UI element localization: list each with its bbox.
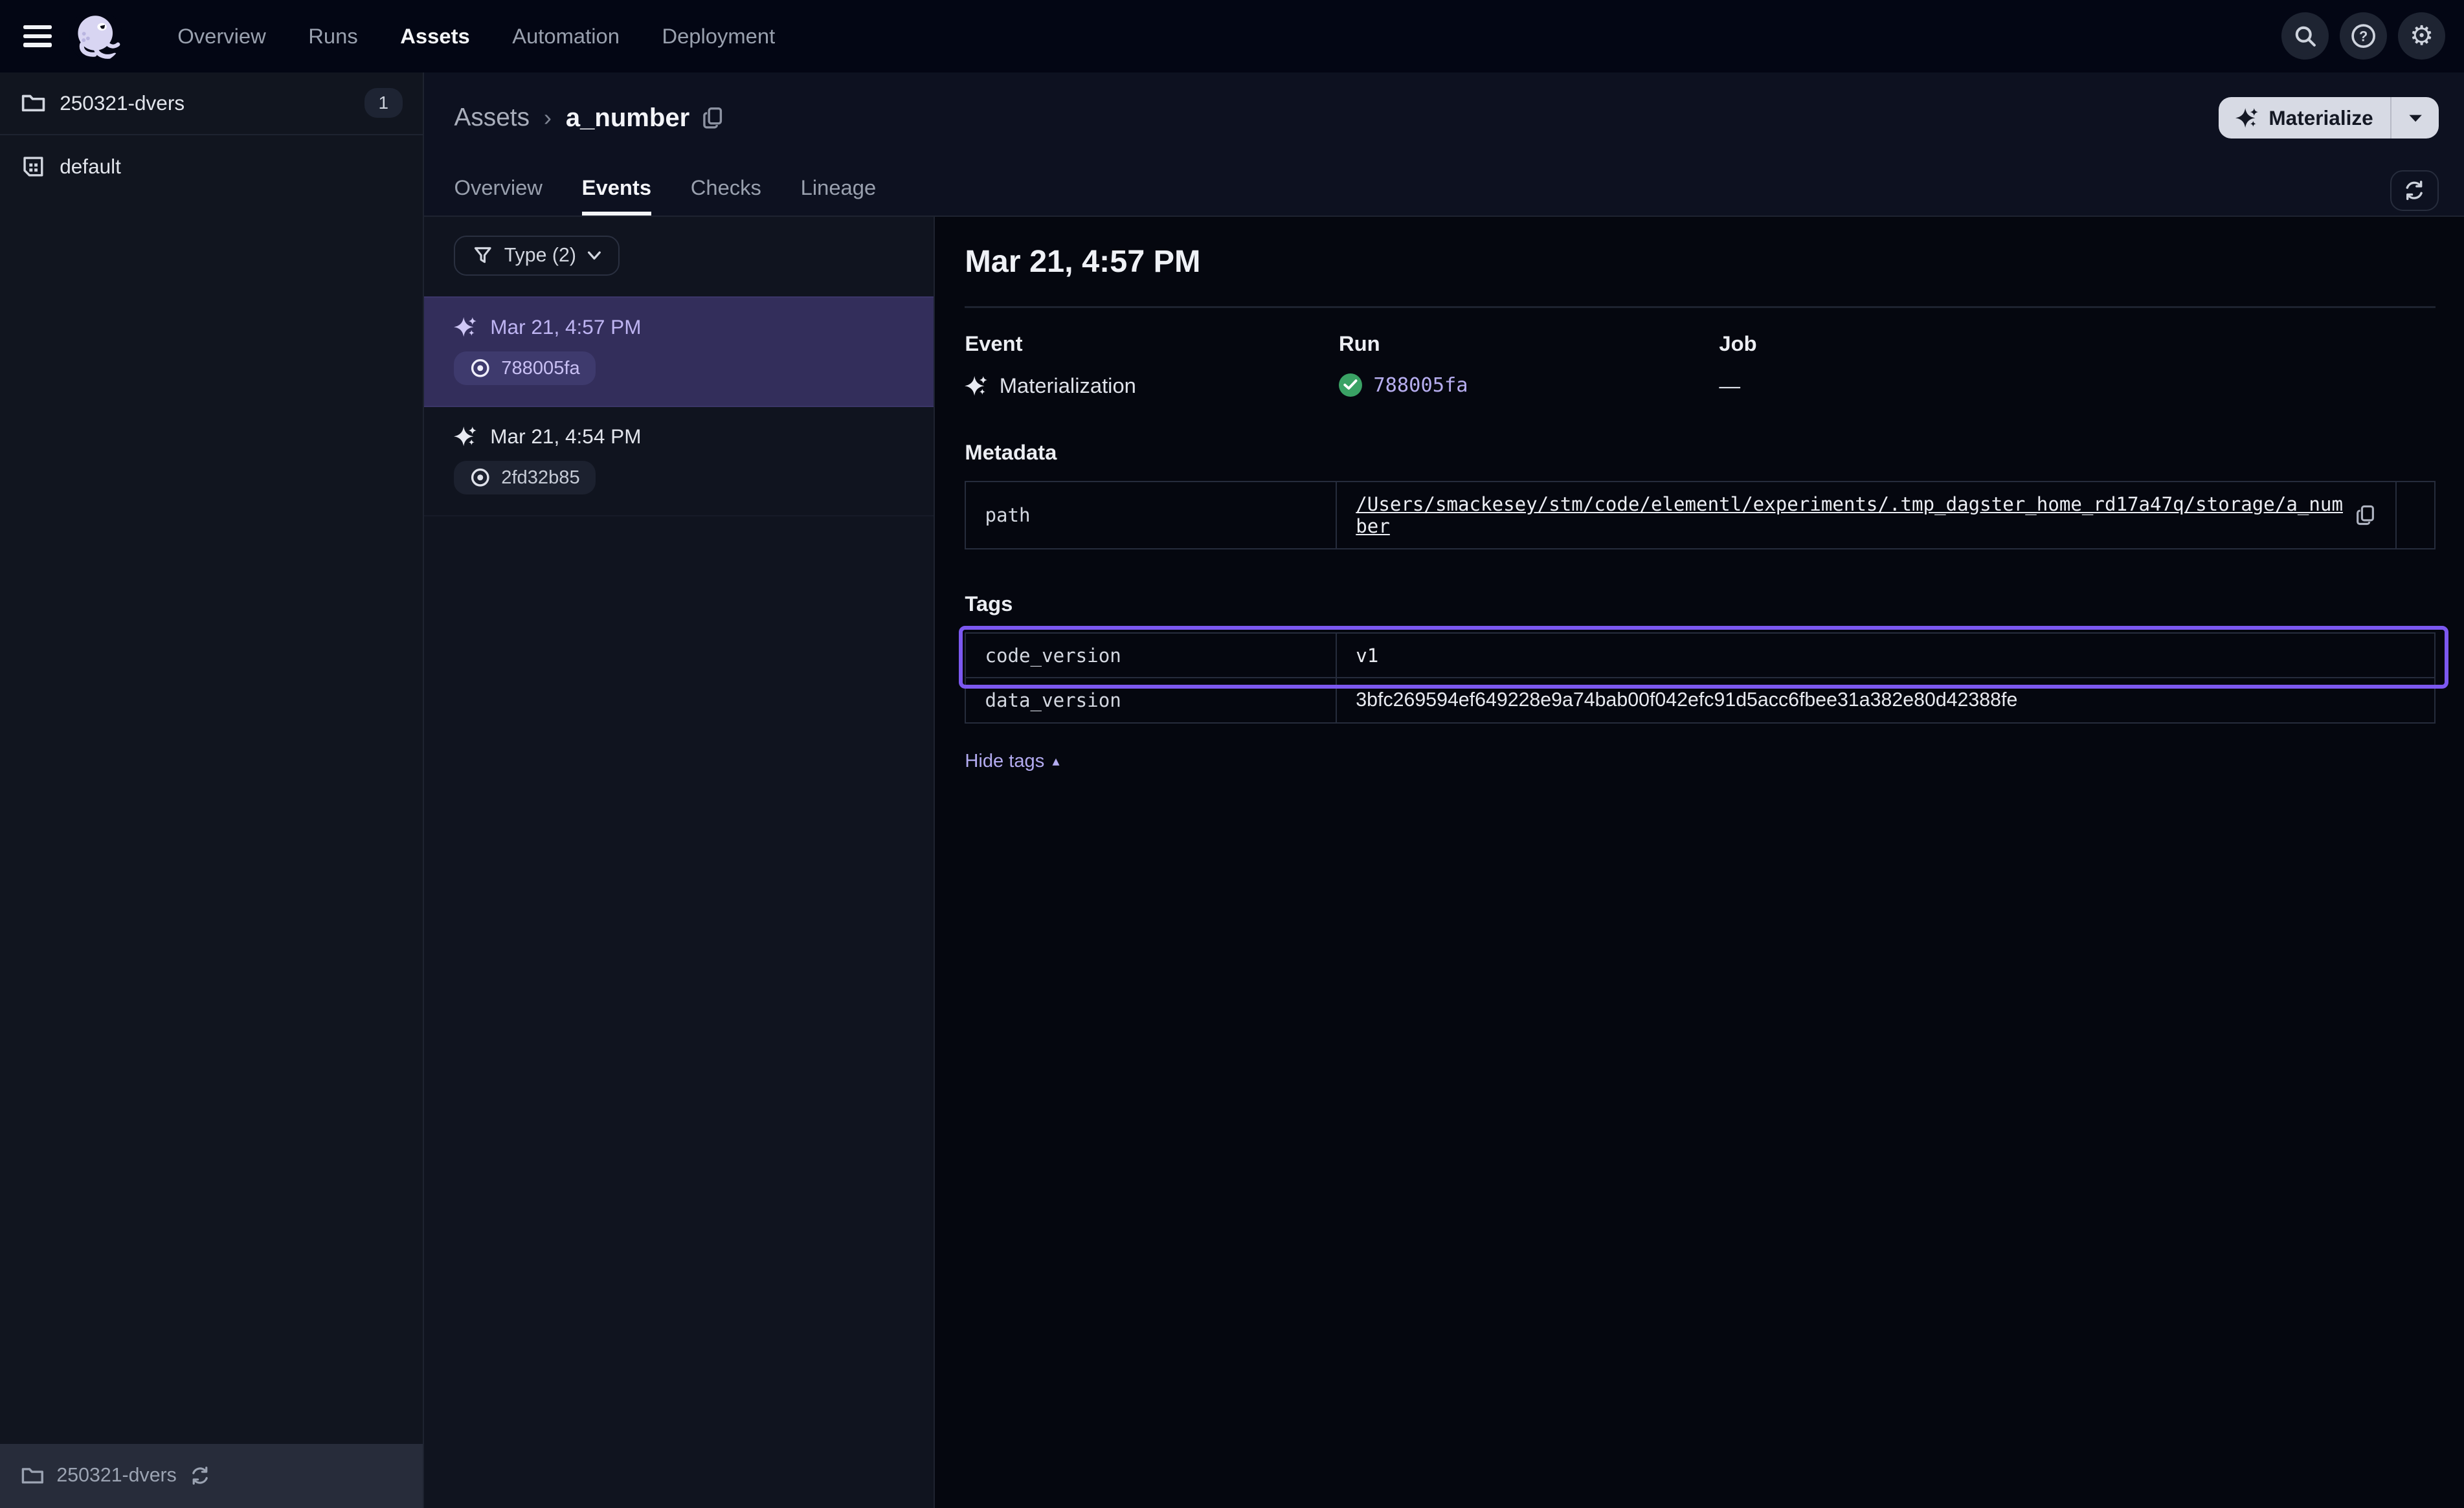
sync-icon: [2402, 179, 2426, 202]
event-list-item[interactable]: Mar 21, 4:57 PM 788005fa: [424, 296, 934, 407]
asset-header: Assets › a_number Materialize: [424, 72, 2464, 217]
materialization-icon: [965, 374, 988, 397]
page-title: a_number: [566, 104, 689, 133]
run-column-label: Run: [1339, 331, 1719, 356]
tags-table: code_version v1 data_version 3bfc269594e…: [965, 632, 2436, 724]
run-icon: [470, 358, 491, 379]
events-list-panel: Type (2) Mar 21, 4:57 PM: [424, 217, 935, 1508]
sidebar-item-code-location[interactable]: 250321-dvers 1: [0, 72, 423, 135]
dagster-logo[interactable]: [69, 10, 123, 63]
event-type-value: Materialization: [1000, 373, 1136, 398]
table-row-highlighted: code_version v1: [965, 633, 2435, 678]
event-detail-panel: Mar 21, 4:57 PM Event Materialization: [935, 217, 2464, 1508]
copy-path-button[interactable]: [2356, 504, 2377, 526]
top-nav: Overview Runs Assets Automation Deployme…: [0, 0, 2464, 72]
type-filter-button[interactable]: Type (2): [454, 236, 620, 276]
breadcrumb-separator: ›: [544, 104, 552, 131]
event-detail-title: Mar 21, 4:57 PM: [965, 243, 2436, 280]
caret-down-icon: [2408, 113, 2423, 124]
filter-icon: [473, 245, 493, 266]
nav-item-runs[interactable]: Runs: [308, 24, 357, 49]
gear-icon: ⚙: [2410, 23, 2434, 49]
metadata-heading: Metadata: [965, 440, 2436, 465]
materialization-icon: [454, 315, 477, 338]
breadcrumb-assets-link[interactable]: Assets: [454, 104, 530, 132]
materialize-button[interactable]: Materialize: [2219, 97, 2391, 138]
materialize-dropdown-button[interactable]: [2390, 97, 2439, 138]
event-timestamp: Mar 21, 4:54 PM: [490, 425, 641, 449]
primary-nav: Overview Runs Assets Automation Deployme…: [177, 24, 775, 49]
sync-icon[interactable]: [189, 1465, 211, 1487]
run-id-tag[interactable]: 788005fa: [454, 351, 595, 385]
asset-count-badge: 1: [364, 88, 403, 118]
svg-text:?: ?: [2359, 28, 2368, 45]
hamburger-icon[interactable]: [23, 25, 52, 47]
nav-item-deployment[interactable]: Deployment: [662, 24, 775, 49]
tag-key: data_version: [965, 678, 1336, 723]
settings-button[interactable]: ⚙: [2398, 12, 2445, 60]
tag-value: 3bfc269594ef649228e9a74bab00f042efc91d5a…: [1336, 678, 2435, 723]
metadata-path-link[interactable]: /Users/smackesey/stm/code/elementl/exper…: [1356, 493, 2344, 537]
metadata-key: path: [965, 482, 1336, 549]
job-value: —: [1719, 373, 1740, 398]
hide-tags-link[interactable]: Hide tags ▴: [965, 751, 1059, 772]
tag-key: code_version: [965, 633, 1336, 678]
nav-item-assets[interactable]: Assets: [400, 24, 469, 49]
nav-item-overview[interactable]: Overview: [177, 24, 266, 49]
code-location-name: 250321-dvers: [60, 91, 185, 115]
sidebar: 250321-dvers 1 default 250321-dvers: [0, 72, 424, 1508]
help-button[interactable]: ?: [2340, 12, 2387, 60]
folder-icon: [21, 91, 46, 116]
tag-value: v1: [1336, 633, 2435, 678]
sidebar-item-default-group[interactable]: default: [0, 135, 423, 198]
sparkle-icon: [2235, 106, 2259, 129]
asset-group-icon: [21, 154, 46, 179]
breadcrumb: Assets › a_number Materialize: [424, 72, 2464, 164]
metadata-table: path /Users/smackesey/stm/code/elementl/…: [965, 481, 2436, 549]
type-filter-label: Type (2): [504, 245, 576, 267]
triangle-up-icon: ▴: [1052, 753, 1059, 770]
copy-icon: [2356, 504, 2377, 526]
search-button[interactable]: [2281, 12, 2329, 60]
sidebar-footer[interactable]: 250321-dvers: [0, 1444, 423, 1508]
tab-checks[interactable]: Checks: [691, 175, 761, 216]
table-row: path /Users/smackesey/stm/code/elementl/…: [965, 482, 2435, 549]
materialize-split-button: Materialize: [2219, 97, 2439, 138]
copy-asset-name-button[interactable]: [702, 106, 724, 129]
refresh-button[interactable]: [2390, 170, 2439, 211]
asset-group-name: default: [60, 155, 121, 179]
table-row: data_version 3bfc269594ef649228e9a74bab0…: [965, 678, 2435, 723]
run-id-link[interactable]: 788005fa: [1373, 374, 1468, 397]
run-id-tag[interactable]: 2fd32b85: [454, 461, 595, 494]
copy-icon: [702, 106, 724, 129]
event-list-item[interactable]: Mar 21, 4:54 PM 2fd32b85: [424, 407, 934, 516]
search-icon: [2294, 25, 2317, 48]
chevron-down-icon: [587, 251, 601, 261]
tags-heading: Tags: [965, 592, 2436, 616]
nav-item-automation[interactable]: Automation: [512, 24, 620, 49]
tab-events[interactable]: Events: [582, 175, 651, 216]
dagster-app: Overview Runs Assets Automation Deployme…: [0, 0, 2464, 1508]
footer-location-name: 250321-dvers: [56, 1465, 176, 1487]
tab-overview[interactable]: Overview: [454, 175, 543, 216]
materialization-icon: [454, 425, 477, 448]
event-column-label: Event: [965, 331, 1339, 356]
materialize-label: Materialize: [2268, 106, 2373, 130]
event-timestamp: Mar 21, 4:57 PM: [490, 315, 641, 339]
asset-tabs: Overview Events Checks Lineage: [424, 163, 2464, 217]
help-icon: ?: [2350, 23, 2377, 49]
job-column-label: Job: [1719, 331, 2436, 356]
folder-icon: [21, 1464, 44, 1487]
tab-lineage[interactable]: Lineage: [801, 175, 877, 216]
run-icon: [470, 467, 491, 488]
run-success-icon: [1339, 373, 1362, 397]
